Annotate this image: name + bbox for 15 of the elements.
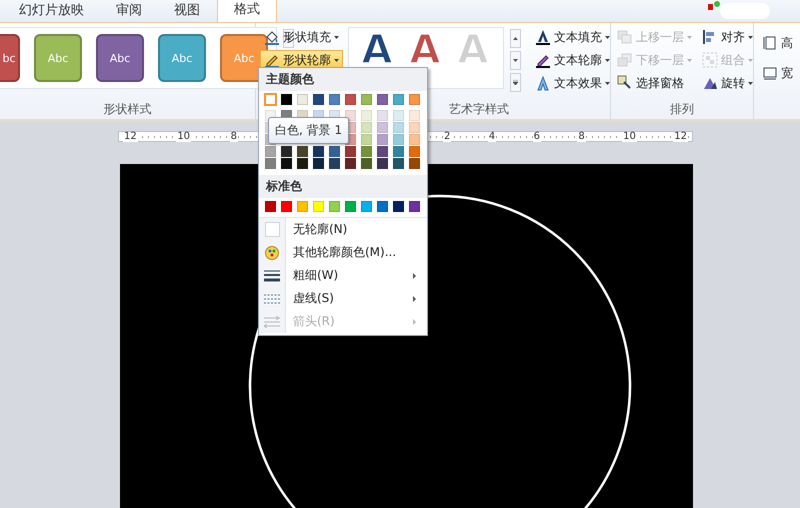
ruler-label: 2 <box>443 132 452 142</box>
ruler-label: 12 <box>673 132 688 142</box>
ruler-label: 4 <box>488 132 496 142</box>
ruler-label: 8 <box>577 132 586 142</box>
color-tooltip: 白色, 背景 1 <box>268 117 350 144</box>
group-label: 艺术字样式 <box>449 101 509 118</box>
group-label: 形状样式 <box>102 101 152 118</box>
ruler-label: 12 <box>123 132 138 142</box>
section-heading: 标准色 <box>259 175 427 198</box>
ruler-label: 6 <box>532 132 541 142</box>
section-heading: 主题颜色 <box>259 68 427 91</box>
ruler-label: 8 <box>230 132 238 142</box>
ruler-label: 10 <box>176 132 192 142</box>
group-label: 排列 <box>669 101 695 118</box>
ruler-label: 10 <box>622 132 637 142</box>
